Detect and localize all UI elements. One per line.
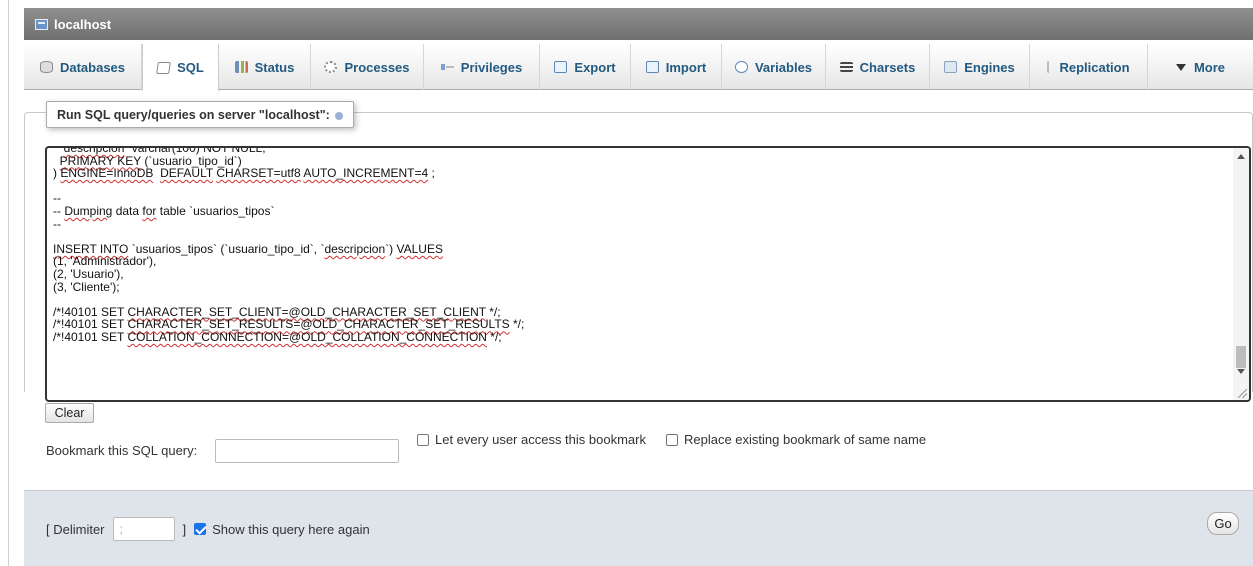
bookmark-input[interactable] (215, 439, 399, 463)
main-tabs: Databases SQL Status Processes Privilege… (24, 44, 1253, 91)
chevron-down-icon (1175, 63, 1186, 71)
tab-sql[interactable]: SQL (142, 44, 219, 91)
bookmark-label: Bookmark this SQL query: (46, 443, 198, 458)
help-icon[interactable] (334, 112, 343, 120)
bookmark-replace-checkbox[interactable] (666, 433, 678, 446)
sql-line: (3, 'Cliente'); (53, 279, 120, 294)
tab-processes[interactable]: Processes (311, 44, 424, 90)
bookmark-shared-option[interactable]: Let every user access this bookmark (417, 432, 646, 447)
sql-line: (2, 'Usuario'), (53, 266, 124, 281)
charsets-icon (839, 62, 853, 72)
tab-export[interactable]: Export (540, 44, 631, 90)
variables-icon (734, 61, 748, 73)
query-legend: Run SQL query/queries on server "localho… (46, 101, 354, 128)
tab-charsets[interactable]: Charsets (826, 44, 930, 90)
sql-line: ) ENGINE=InnoDB DEFAULT CHARSET=utf8 AUT… (53, 166, 435, 181)
tab-variables[interactable]: Variables (722, 44, 826, 90)
tab-import[interactable]: Import (631, 44, 722, 90)
bookmark-shared-checkbox[interactable] (417, 433, 429, 446)
resize-grip-icon[interactable] (1238, 389, 1247, 398)
sql-line (53, 180, 1223, 193)
clear-button[interactable]: Clear (45, 403, 94, 423)
server-breadcrumb[interactable]: localhost (24, 8, 1253, 40)
scroll-up-icon[interactable] (1237, 154, 1245, 159)
server-name: localhost (54, 16, 112, 32)
scroll-down-icon[interactable] (1237, 369, 1245, 374)
sql-line: /*!40101 SET COLLATION_CONNECTION=@OLD_C… (53, 329, 502, 344)
tab-databases[interactable]: Databases (24, 44, 142, 90)
show-again-label: Show this query here again (212, 521, 370, 537)
export-icon (554, 61, 568, 73)
sql-line: -- (53, 216, 61, 231)
delimiter-close: ] (182, 521, 187, 537)
status-icon (234, 61, 248, 73)
sql-query-text[interactable]: `descripcion` varchar(100) NOT NULL, PRI… (53, 148, 1223, 357)
sql-query-textarea[interactable]: `descripcion` varchar(100) NOT NULL, PRI… (45, 146, 1251, 402)
show-again-checkbox[interactable] (194, 523, 207, 535)
delimiter-label: [ Delimiter (46, 521, 105, 537)
editor-scrollbar[interactable] (1233, 148, 1249, 400)
sql-line: INSERT INTO `usuarios_tipos` (`usuario_t… (53, 241, 443, 256)
go-button[interactable]: Go (1207, 512, 1239, 535)
privileges-icon (440, 61, 454, 73)
replication-icon (1047, 61, 1053, 73)
tab-replication[interactable]: Replication (1030, 44, 1148, 90)
database-icon (39, 61, 53, 73)
sql-line (53, 344, 1223, 357)
page-left-border (8, 0, 9, 566)
bookmark-replace-option[interactable]: Replace existing bookmark of same name (666, 432, 926, 447)
tab-status[interactable]: Status (219, 44, 311, 90)
tab-privileges[interactable]: Privileges (424, 44, 540, 90)
processes-icon (324, 61, 338, 73)
engines-icon (944, 61, 958, 73)
server-icon (35, 18, 48, 30)
import-icon (645, 61, 659, 73)
sql-line: (1, 'Administrador'), (53, 254, 157, 269)
sql-line: -- Dumping data for table `usuarios_tipo… (53, 203, 275, 218)
sql-line (53, 230, 1223, 243)
delimiter-row: [ Delimiter ; ] Show this query here aga… (46, 517, 370, 541)
tab-more[interactable]: More (1148, 44, 1253, 90)
scrollbar-thumb[interactable] (1236, 346, 1246, 368)
sql-icon (156, 61, 171, 74)
tab-engines[interactable]: Engines (930, 44, 1030, 90)
delimiter-input[interactable]: ; (112, 517, 175, 541)
